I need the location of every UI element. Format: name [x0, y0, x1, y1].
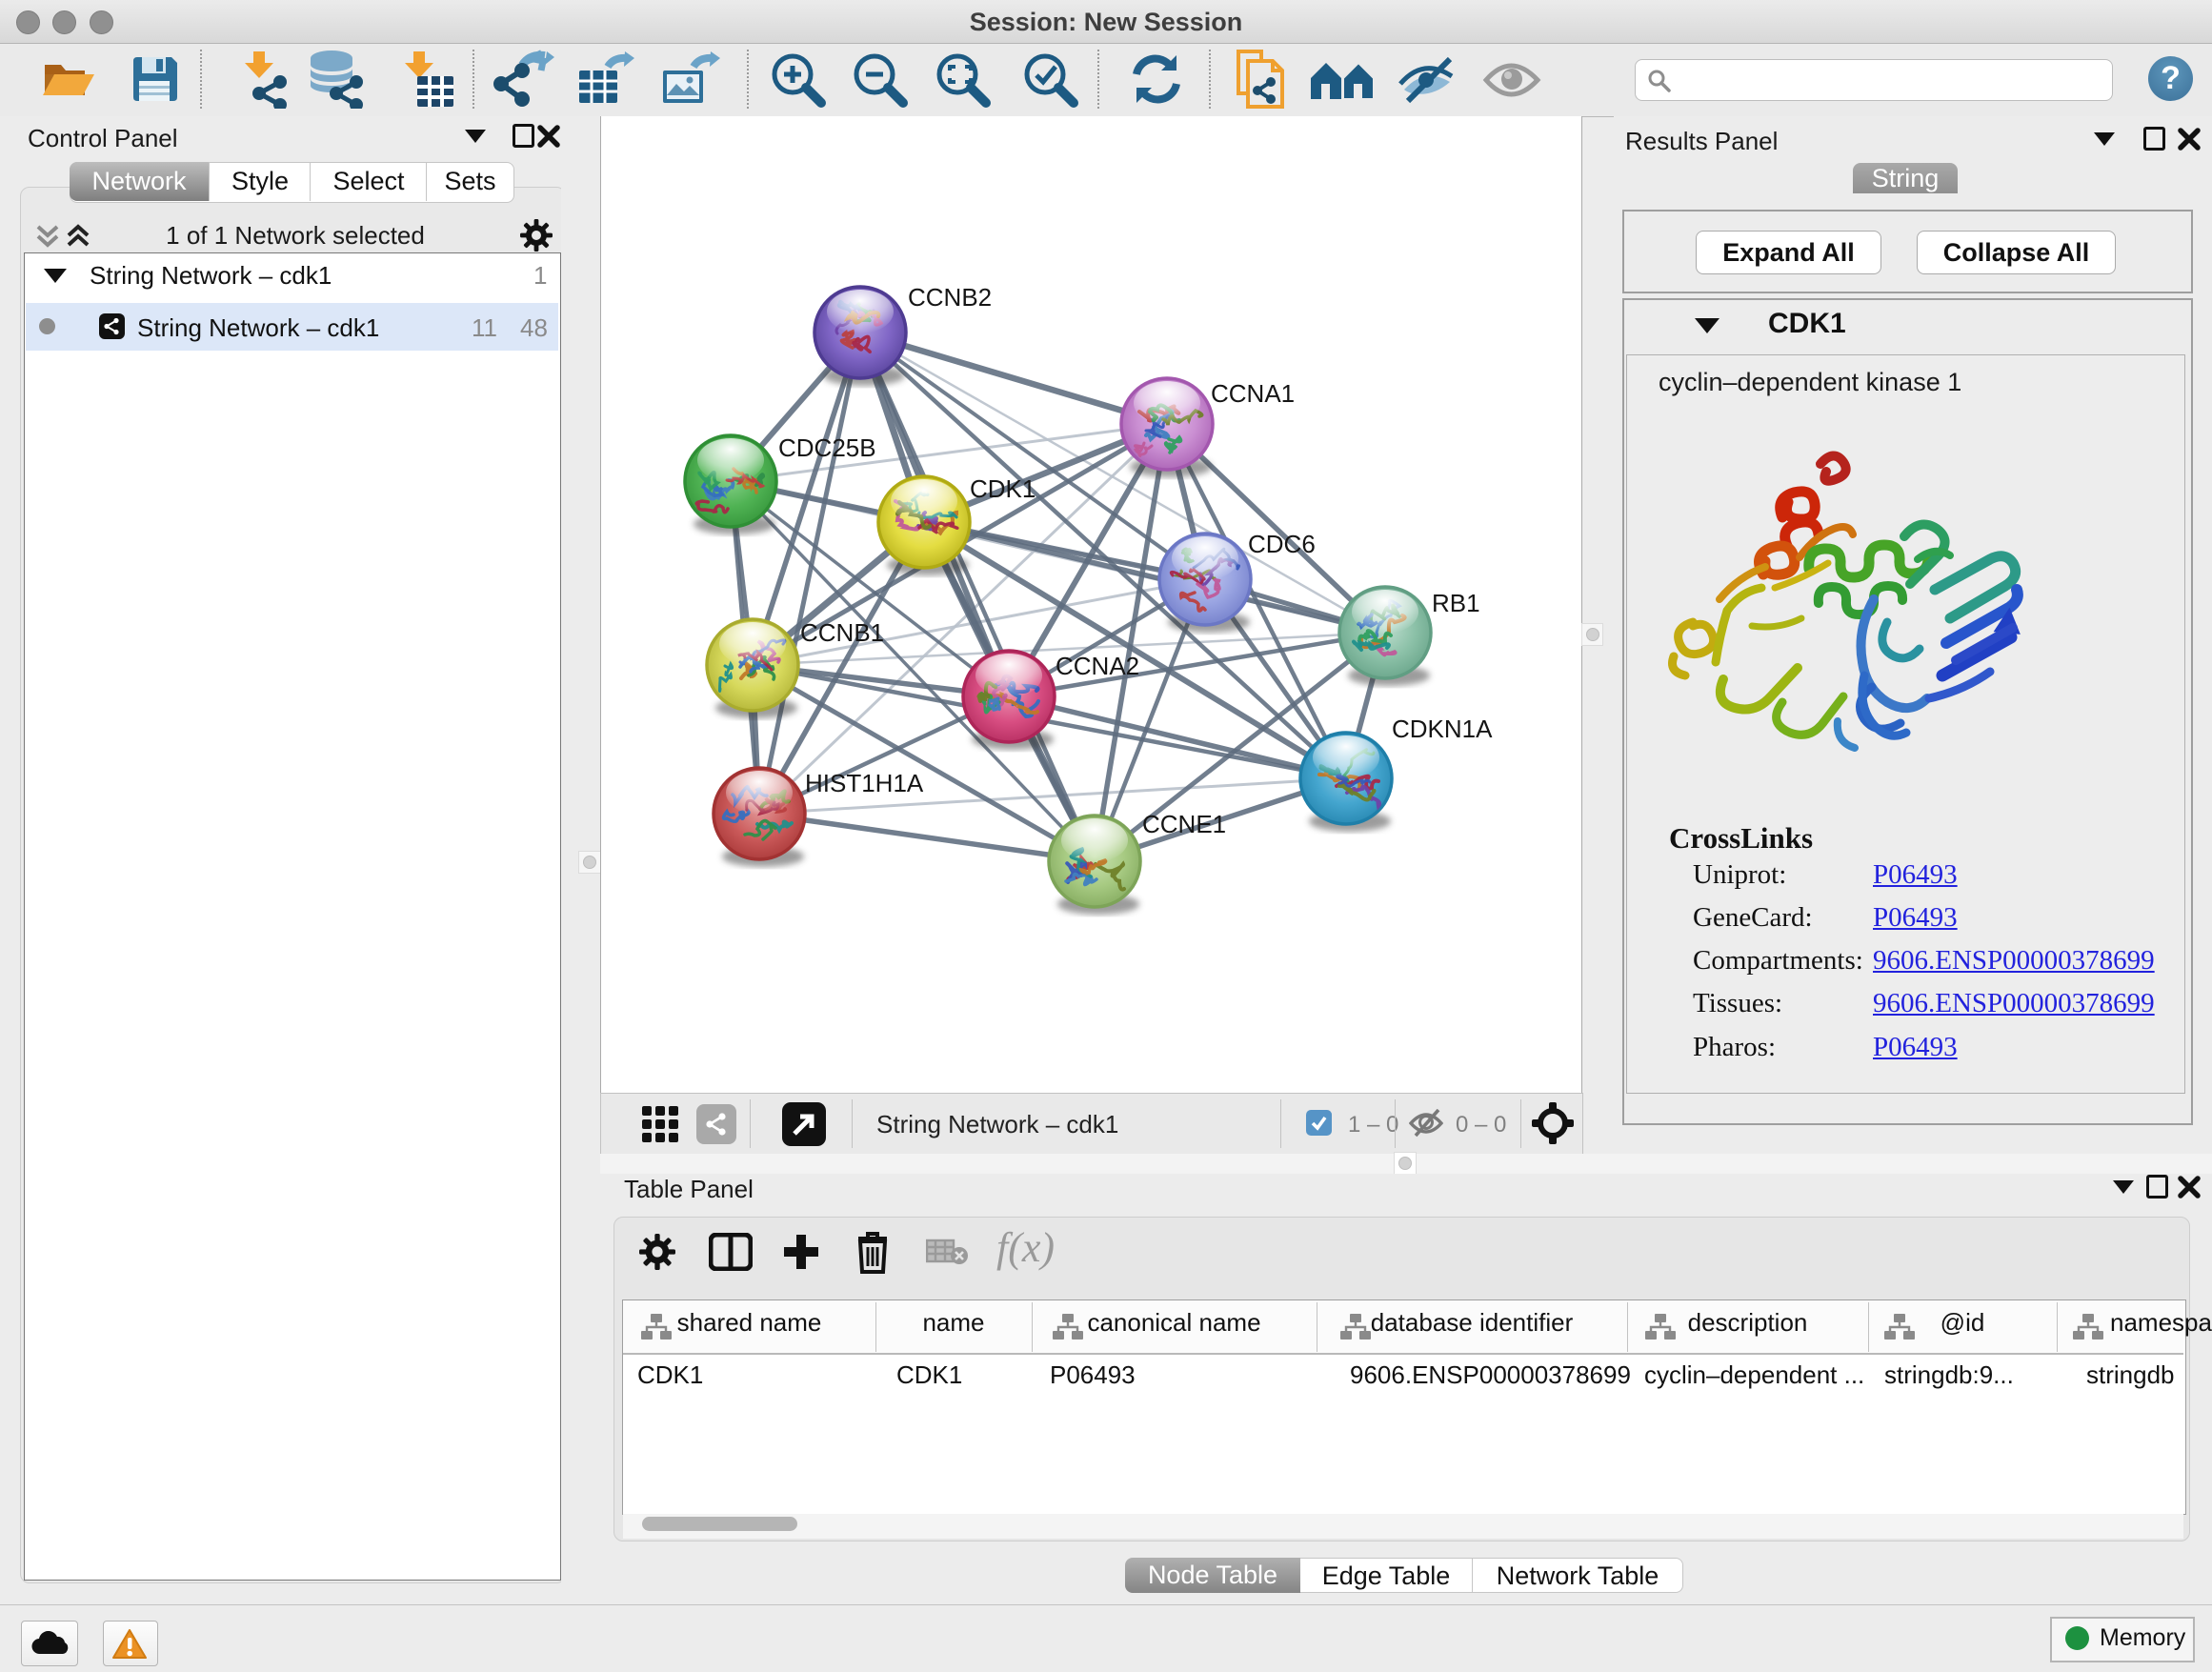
svg-text:HIST1H1A: HIST1H1A: [805, 769, 924, 797]
svg-text:CDC6: CDC6: [1248, 530, 1316, 558]
svg-text:CDC25B: CDC25B: [778, 433, 876, 462]
svg-text:CCNB1: CCNB1: [800, 618, 884, 647]
svg-text:CDK1: CDK1: [970, 474, 1036, 503]
svg-text:CDKN1A: CDKN1A: [1392, 715, 1493, 743]
svg-text:RB1: RB1: [1432, 589, 1480, 617]
svg-text:CCNA1: CCNA1: [1211, 379, 1295, 408]
svg-text:CCNE1: CCNE1: [1142, 810, 1226, 838]
svg-text:CCNB2: CCNB2: [908, 283, 992, 312]
svg-text:CCNA2: CCNA2: [1056, 652, 1139, 680]
